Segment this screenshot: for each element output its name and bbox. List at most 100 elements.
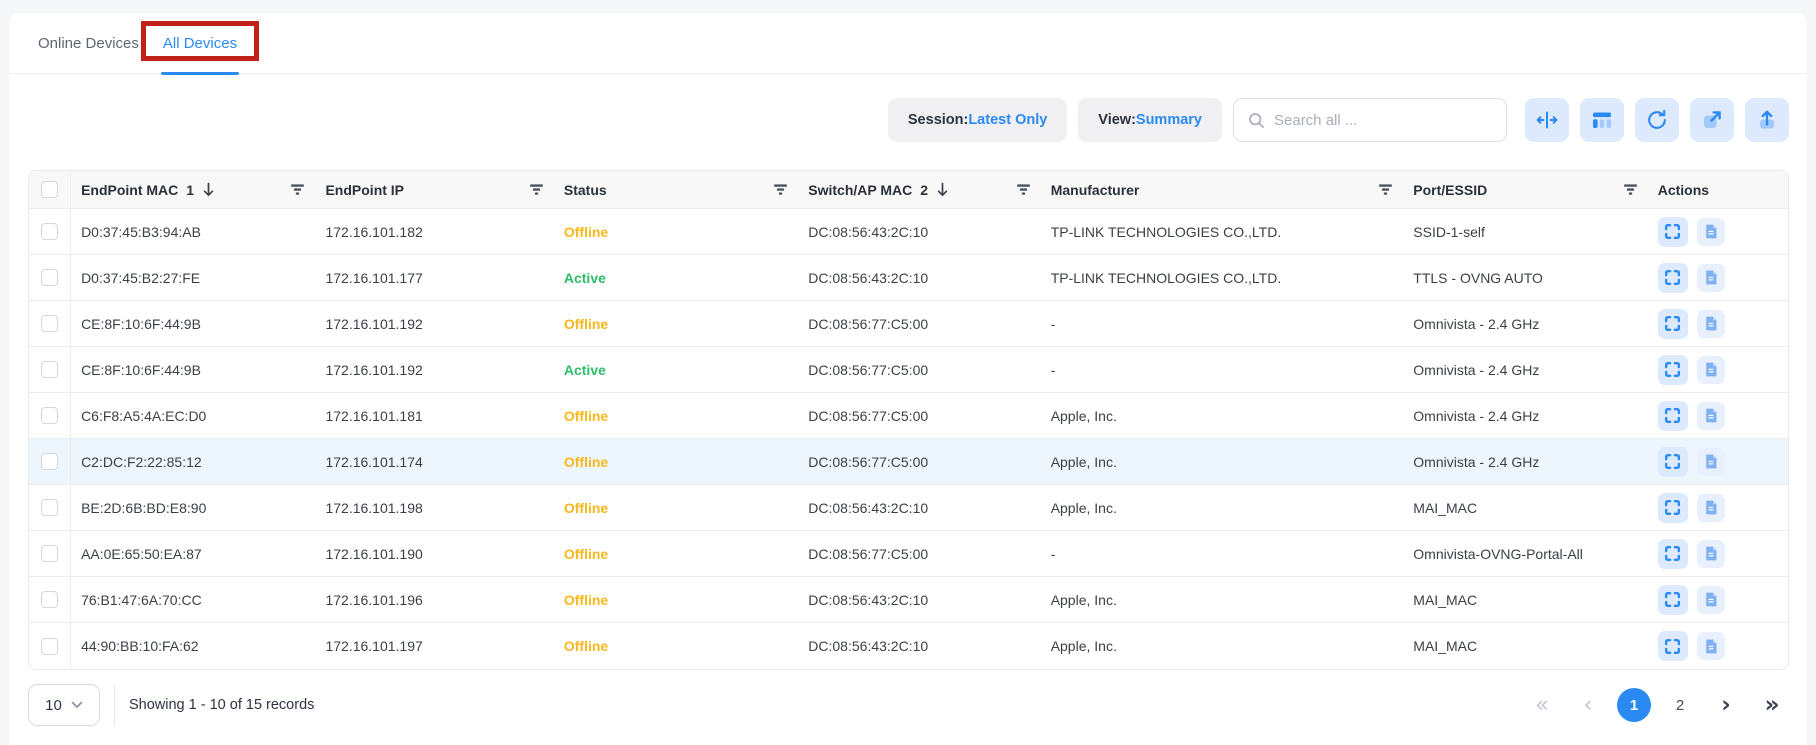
row-checkbox[interactable] [41,591,58,608]
row-details-button[interactable] [1697,540,1725,568]
row-checkbox[interactable] [41,545,58,562]
table-row[interactable]: C6:F8:A5:4A:EC:D0172.16.101.181OfflineDC… [29,393,1788,439]
expand-row-button[interactable] [1658,263,1688,293]
table-footer: 10 Showing 1 - 10 of 15 records « ‹ 12 › » [28,683,1789,727]
row-select-cell [29,485,71,531]
row-checkbox[interactable] [41,638,58,655]
column-header-manufacturer[interactable]: Manufacturer [1041,171,1404,209]
page-button-2[interactable]: 2 [1663,688,1697,722]
column-header-actions[interactable]: Actions [1648,171,1788,209]
row-details-button[interactable] [1697,448,1725,476]
table-row[interactable]: D0:37:45:B3:94:AB172.16.101.182OfflineDC… [29,209,1788,255]
filter-icon[interactable] [773,183,788,196]
row-checkbox[interactable] [41,499,58,516]
row-details-button[interactable] [1697,402,1725,430]
row-checkbox[interactable] [41,223,58,240]
column-header-port-essid[interactable]: Port/ESSID [1403,171,1647,209]
table-row[interactable]: AA:0E:65:50:EA:87172.16.101.190OfflineDC… [29,531,1788,577]
view-label: View: [1098,112,1136,128]
table-row[interactable]: 44:90:BB:10:FA:62172.16.101.197OfflineDC… [29,623,1788,669]
last-page-button[interactable]: » [1755,688,1789,722]
row-checkbox[interactable] [41,407,58,424]
row-checkbox[interactable] [41,453,58,470]
status-cell: Offline [554,531,798,577]
expand-icon [1663,406,1682,425]
port-essid-cell: MAI_MAC [1403,577,1647,623]
row-details-button[interactable] [1697,632,1725,660]
table-row[interactable]: C2:DC:F2:22:85:12172.16.101.174OfflineDC… [29,439,1788,485]
filter-icon[interactable] [1378,183,1393,196]
next-page-button[interactable]: › [1709,688,1743,722]
page-button-1[interactable]: 1 [1617,688,1651,722]
column-header-status[interactable]: Status [554,171,798,209]
table-row[interactable]: CE:8F:10:6F:44:9B172.16.101.192OfflineDC… [29,301,1788,347]
expand-row-button[interactable] [1658,631,1688,661]
actions-cell [1648,577,1788,623]
column-resize-button[interactable] [1525,98,1569,142]
columns-button[interactable] [1580,98,1624,142]
actions-cell [1648,393,1788,439]
expand-icon [1663,360,1682,379]
row-checkbox[interactable] [41,269,58,286]
prev-page-button[interactable]: ‹ [1571,688,1605,722]
expand-row-button[interactable] [1658,401,1688,431]
endpoint-ip-cell: 172.16.101.177 [315,255,553,301]
row-select-cell [29,623,71,669]
table-row[interactable]: 76:B1:47:6A:70:CC172.16.101.196OfflineDC… [29,577,1788,623]
column-header-endpoint-mac[interactable]: EndPoint MAC1 [71,171,315,209]
row-details-button[interactable] [1697,494,1725,522]
row-details-button[interactable] [1697,264,1725,292]
page-size-select[interactable]: 10 [28,684,100,726]
expand-icon [1663,637,1682,656]
row-details-button[interactable] [1697,356,1725,384]
filter-icon[interactable] [290,183,305,196]
table-row[interactable]: BE:2D:6B:BD:E8:90172.16.101.198OfflineDC… [29,485,1788,531]
view-filter-button[interactable]: View:Summary [1078,98,1222,142]
document-icon [1704,500,1718,515]
table-row[interactable]: D0:37:45:B2:27:FE172.16.101.177ActiveDC:… [29,255,1788,301]
row-details-button[interactable] [1697,218,1725,246]
tab-all-devices[interactable]: All Devices [151,25,249,62]
search-input[interactable] [1274,112,1492,129]
expand-icon [1663,544,1682,563]
expand-row-button[interactable] [1658,585,1688,615]
sort-arrow-down-icon[interactable] [936,182,949,197]
table-row[interactable]: CE:8F:10:6F:44:9B172.16.101.192ActiveDC:… [29,347,1788,393]
sort-arrow-down-icon[interactable] [202,182,215,197]
tab-online-devices[interactable]: Online Devices [26,25,151,62]
manufacturer-cell: Apple, Inc. [1041,439,1404,485]
endpoint-mac-cell: C2:DC:F2:22:85:12 [71,439,315,485]
switch-ap-mac-cell: DC:08:56:77:C5:00 [798,347,1040,393]
row-checkbox[interactable] [41,315,58,332]
expand-row-button[interactable] [1658,539,1688,569]
expand-row-button[interactable] [1658,493,1688,523]
actions-cell [1648,531,1788,577]
manufacturer-cell: Apple, Inc. [1041,393,1404,439]
first-page-button[interactable]: « [1525,688,1559,722]
filter-icon[interactable] [1016,183,1031,196]
open-external-button[interactable] [1690,98,1734,142]
refresh-button[interactable] [1635,98,1679,142]
expand-icon [1663,498,1682,517]
expand-row-button[interactable] [1658,447,1688,477]
expand-row-button[interactable] [1658,217,1688,247]
filter-icon[interactable] [529,183,544,196]
filter-icon[interactable] [1623,183,1638,196]
row-select-cell [29,577,71,623]
expand-row-button[interactable] [1658,309,1688,339]
row-details-button[interactable] [1697,586,1725,614]
column-header-endpoint-ip[interactable]: EndPoint IP [315,171,553,209]
column-header-switch-ap-mac[interactable]: Switch/AP MAC2 [798,171,1040,209]
session-filter-button[interactable]: Session:Latest Only [888,98,1067,142]
records-summary: Showing 1 - 10 of 15 records [129,697,314,713]
footer-divider [114,685,115,725]
row-details-button[interactable] [1697,310,1725,338]
search-icon [1248,112,1265,129]
expand-row-button[interactable] [1658,355,1688,385]
endpoint-ip-cell: 172.16.101.196 [315,577,553,623]
tabs-bar: Online Devices All Devices [9,13,1807,74]
endpoint-mac-cell: CE:8F:10:6F:44:9B [71,347,315,393]
select-all-checkbox[interactable] [41,181,58,198]
row-checkbox[interactable] [41,361,58,378]
export-button[interactable] [1745,98,1789,142]
